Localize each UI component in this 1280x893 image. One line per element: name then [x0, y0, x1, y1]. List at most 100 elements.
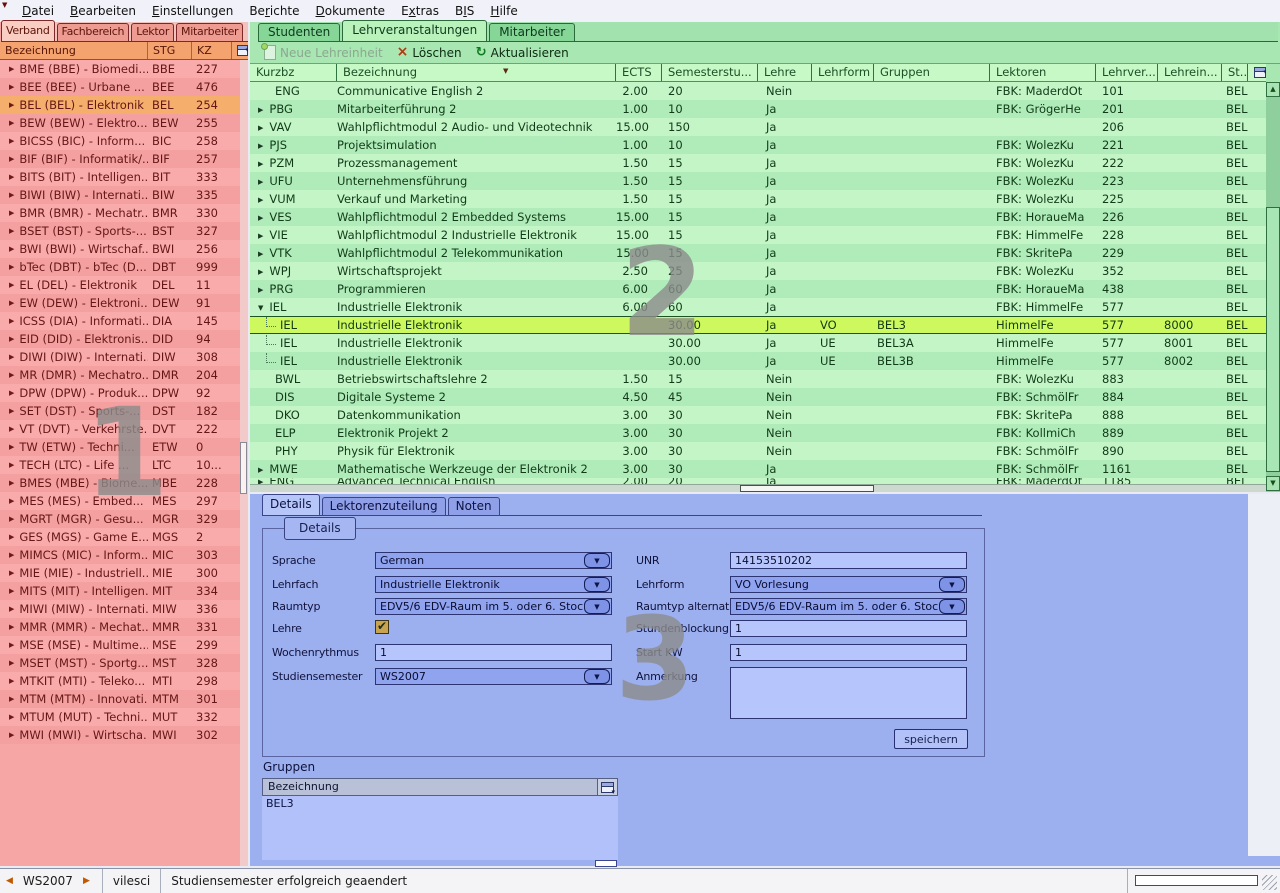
menu-item[interactable]: BIS [447, 4, 482, 18]
course-row[interactable]: BWL Betriebswirtschaftslehre 2 1.50 15 N… [250, 370, 1266, 388]
tree-toggle-icon[interactable] [250, 189, 269, 209]
course-row[interactable]: ELP Elektronik Projekt 2 3.00 30 Nein FB… [250, 424, 1266, 442]
sprache-select[interactable]: German [375, 552, 612, 569]
menu-item[interactable]: Datei [14, 4, 62, 18]
course-row[interactable]: PRG Programmieren 6.00 60 Ja FBK: Horaue… [250, 280, 1266, 298]
column-header-lehrform[interactable]: Lehrform [812, 64, 874, 81]
studiengang-row[interactable]: ▶VT (DVT) - Verkehrste... DVT 222 [0, 420, 240, 438]
expand-arrow-icon[interactable]: ▶ [9, 83, 14, 91]
studiengang-row[interactable]: ▶ICSS (DIA) - Informati... DIA 145 [0, 312, 240, 330]
chevron-down-icon[interactable] [939, 599, 965, 614]
expand-arrow-icon[interactable]: ▶ [9, 281, 14, 289]
expand-arrow-icon[interactable]: ▶ [9, 551, 14, 559]
chevron-down-icon[interactable] [584, 553, 610, 568]
column-header-lektoren[interactable]: Lektoren [990, 64, 1096, 81]
expand-arrow-icon[interactable]: ▶ [9, 533, 14, 541]
raumtyp-select[interactable]: EDV5/6 EDV-Raum im 5. oder 6. Stock [375, 598, 612, 615]
tree-toggle-icon[interactable] [266, 353, 276, 363]
vertical-scrollbar-thumb[interactable] [1266, 207, 1280, 472]
course-row[interactable]: VUM Verkauf und Marketing 1.50 15 Ja FBK… [250, 190, 1266, 208]
studiengang-row[interactable]: ▶MMR (MMR) - Mechat... MMR 331 [0, 618, 240, 636]
course-row[interactable]: UFU Unternehmensführung 1.50 15 Ja FBK: … [250, 172, 1266, 190]
aktualisieren-button[interactable]: ↻ Aktualisieren [476, 46, 569, 60]
studiensemester-select[interactable]: WS2007 [375, 668, 612, 685]
column-header-stg[interactable]: STG [148, 42, 192, 59]
expand-arrow-icon[interactable]: ▶ [9, 119, 14, 127]
tree-toggle-icon[interactable] [250, 225, 269, 245]
column-header-ects[interactable]: ECTS [616, 64, 662, 81]
studiengang-row[interactable]: ▶BWI (BWI) - Wirtschaf... BWI 256 [0, 240, 240, 258]
expand-arrow-icon[interactable]: ▶ [9, 371, 14, 379]
studiengang-row[interactable]: ▶MWI (MWI) - Wirtscha... MWI 302 [0, 726, 240, 744]
studiengang-row[interactable]: ▶MIWI (MIW) - Internati... MIW 336 [0, 600, 240, 618]
studiengang-row[interactable]: ▶MIMCS (MIC) - Inform... MIC 303 [0, 546, 240, 564]
lehre-checkbox[interactable] [375, 620, 389, 634]
column-header-lehrver[interactable]: Lehrver... [1096, 64, 1158, 81]
expand-arrow-icon[interactable]: ▶ [9, 623, 14, 631]
studiengang-row[interactable]: ▶BEE (BEE) - Urbane ... BEE 476 [0, 78, 240, 96]
column-header-kz[interactable]: KZ [192, 42, 232, 59]
studiengang-row[interactable]: ▶BICSS (BIC) - Inform... BIC 258 [0, 132, 240, 150]
studiengang-row[interactable]: ▶EW (DEW) - Elektroni... DEW 91 [0, 294, 240, 312]
tree-toggle-icon[interactable] [250, 153, 269, 173]
tree-toggle-icon[interactable] [250, 243, 269, 263]
studiengang-row[interactable]: ▶BSET (BST) - Sports-... BST 327 [0, 222, 240, 240]
studiengang-row[interactable]: ▶MTUM (MUT) - Techni... MUT 332 [0, 708, 240, 726]
expand-arrow-icon[interactable]: ▶ [9, 191, 14, 199]
expand-arrow-icon[interactable]: ▶ [9, 407, 14, 415]
expand-arrow-icon[interactable]: ▶ [9, 695, 14, 703]
studiengang-row[interactable]: ▶BIWI (BIW) - Internati... BIW 335 [0, 186, 240, 204]
horizontal-scrollbar-thumb[interactable] [740, 485, 874, 492]
raumtyp-alternativ-select[interactable]: EDV5/6 EDV-Raum im 5. oder 6. Stock [730, 598, 967, 615]
expand-arrow-icon[interactable]: ▶ [9, 659, 14, 667]
course-row[interactable]: MWE Mathematische Werkzeuge der Elektron… [250, 460, 1266, 478]
expand-arrow-icon[interactable]: ▶ [9, 569, 14, 577]
studiengang-row[interactable]: ▶BMES (MBE) - Biome... MBE 228 [0, 474, 240, 492]
expand-arrow-icon[interactable]: ▶ [9, 155, 14, 163]
expand-arrow-icon[interactable]: ▶ [9, 101, 14, 109]
studiengang-row[interactable]: ▶MTM (MTM) - Innovati... MTM 301 [0, 690, 240, 708]
expand-arrow-icon[interactable]: ▶ [9, 497, 14, 505]
course-row[interactable]: PJS Projektsimulation 1.00 10 Ja FBK: Wo… [250, 136, 1266, 154]
scroll-down-icon[interactable]: ▼ [1266, 476, 1280, 491]
column-header-bezeichnung[interactable]: Bezeichnung [337, 64, 616, 81]
main-tab[interactable]: Lehrveranstaltungen [342, 20, 487, 41]
course-row[interactable]: IEL Industrielle Elektronik 30.00 Ja UE … [250, 352, 1266, 370]
studiengang-row[interactable]: ▶MSET (MST) - Sportg... MST 328 [0, 654, 240, 672]
expand-arrow-icon[interactable]: ▶ [9, 353, 14, 361]
expand-arrow-icon[interactable]: ▶ [9, 605, 14, 613]
sidebar-tab[interactable]: Fachbereich [57, 23, 130, 41]
chevron-down-icon[interactable] [939, 577, 965, 592]
details-tab[interactable]: Details [262, 494, 320, 515]
studiengang-row[interactable]: ▶EL (DEL) - Elektronik DEL 11 [0, 276, 240, 294]
studiengang-row[interactable]: ▶SET (DST) - Sports-... DST 182 [0, 402, 240, 420]
expand-arrow-icon[interactable]: ▶ [9, 731, 14, 739]
column-header-gruppen[interactable]: Gruppen [874, 64, 990, 81]
column-header-lehrein[interactable]: Lehrein... [1158, 64, 1222, 81]
tree-toggle-icon[interactable] [250, 135, 269, 155]
column-chooser-icon[interactable] [237, 45, 248, 56]
resize-grip-icon[interactable] [1262, 875, 1277, 890]
studiengang-row[interactable]: ▶MES (MES) - Embed... MES 297 [0, 492, 240, 510]
studiengang-row[interactable]: ▶TECH (LTC) - Life ... LTC 10... [0, 456, 240, 474]
scroll-up-icon[interactable]: ▲ [1266, 82, 1280, 97]
studiengang-row[interactable]: ▶BITS (BIT) - Intelligen... BIT 333 [0, 168, 240, 186]
expand-arrow-icon[interactable]: ▶ [9, 515, 14, 523]
expand-arrow-icon[interactable]: ▶ [9, 317, 14, 325]
studiengang-row[interactable]: ▶BEL (BEL) - Elektronik BEL 254 [0, 96, 240, 114]
tree-toggle-icon[interactable] [250, 261, 269, 281]
course-row[interactable]: VES Wahlpflichtmodul 2 Embedded Systems … [250, 208, 1266, 226]
studiengang-row[interactable]: ▶BMR (BMR) - Mechatr... BMR 330 [0, 204, 240, 222]
speichern-button[interactable]: speichern [894, 729, 968, 749]
studiengang-row[interactable]: ▶BEW (BEW) - Elektro... BEW 255 [0, 114, 240, 132]
course-row[interactable]: ENG Communicative English 2 2.00 20 Nein… [250, 82, 1266, 100]
tree-toggle-icon[interactable] [250, 459, 269, 479]
main-tab[interactable]: Studenten [258, 23, 340, 41]
menu-item[interactable]: Einstellungen [144, 4, 241, 18]
details-tab[interactable]: Lektorenzuteilung [322, 497, 446, 515]
studiengang-row[interactable]: ▶EID (DID) - Elektronis... DID 94 [0, 330, 240, 348]
sidebar-tab[interactable]: Lektor [131, 23, 174, 41]
gruppen-row[interactable]: BEL3 [262, 796, 618, 811]
menu-item[interactable]: Hilfe [482, 4, 525, 18]
course-row[interactable]: PBG Mitarbeiterführung 2 1.00 10 Ja FBK:… [250, 100, 1266, 118]
